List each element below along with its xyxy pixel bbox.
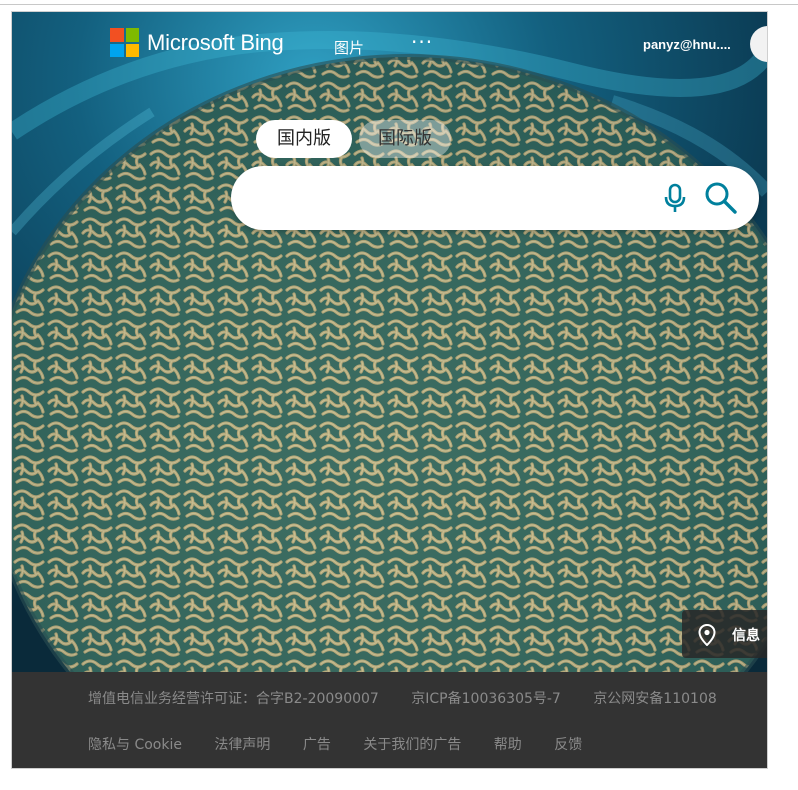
tab-domestic[interactable]: 国内版 [256,120,352,158]
footer-icp-link[interactable]: 京ICP备10036305号-7 [411,691,561,707]
image-info-button[interactable]: 信息 [682,610,767,658]
footer-license-row: 增值电信业务经营许可证：合字B2-20090007 京ICP备10036305号… [88,688,745,708]
footer-police-link[interactable]: 京公网安备110108 [593,691,716,707]
footer-help-link[interactable]: 帮助 [494,737,522,753]
microphone-icon[interactable] [659,182,691,214]
browser-viewport: Microsoft Bing 图片 ··· panyz@hnu.... 国内版 … [0,0,798,790]
search-icon[interactable] [703,180,739,216]
microsoft-logo-icon [110,28,139,57]
user-account-name[interactable]: panyz@hnu.... [643,37,731,52]
tab-international[interactable]: 国际版 [359,120,451,158]
avatar-button[interactable] [750,26,767,62]
footer-privacy-link[interactable]: 隐私与 Cookie [88,737,182,753]
nav-images-link[interactable]: 图片 [334,37,364,58]
bing-logo[interactable]: Microsoft Bing [110,28,284,57]
footer-license-link[interactable]: 增值电信业务经营许可证：合字B2-20090007 [88,691,379,707]
footer-links-row: 隐私与 Cookie 法律声明 广告 关于我们的广告 帮助 反馈 [88,734,610,754]
logo-text: Microsoft Bing [147,29,284,55]
footer-feedback-link[interactable]: 反馈 [554,737,582,753]
bing-homepage: Microsoft Bing 图片 ··· panyz@hnu.... 国内版 … [11,11,768,769]
footer: 增值电信业务经营许可证：合字B2-20090007 京ICP备10036305号… [12,672,767,768]
top-header: Microsoft Bing 图片 ··· panyz@hnu.... [12,12,767,74]
footer-ads-link[interactable]: 广告 [303,737,331,753]
footer-legal-link[interactable]: 法律声明 [214,737,270,753]
more-menu-button[interactable]: ··· [411,30,433,54]
search-input[interactable] [257,182,641,216]
background-image [12,12,767,672]
info-label: 信息 [732,628,760,644]
search-box [231,166,759,230]
location-pin-icon [698,624,716,646]
footer-about-ads-link[interactable]: 关于我们的广告 [363,737,461,753]
window-top-border [0,4,798,5]
